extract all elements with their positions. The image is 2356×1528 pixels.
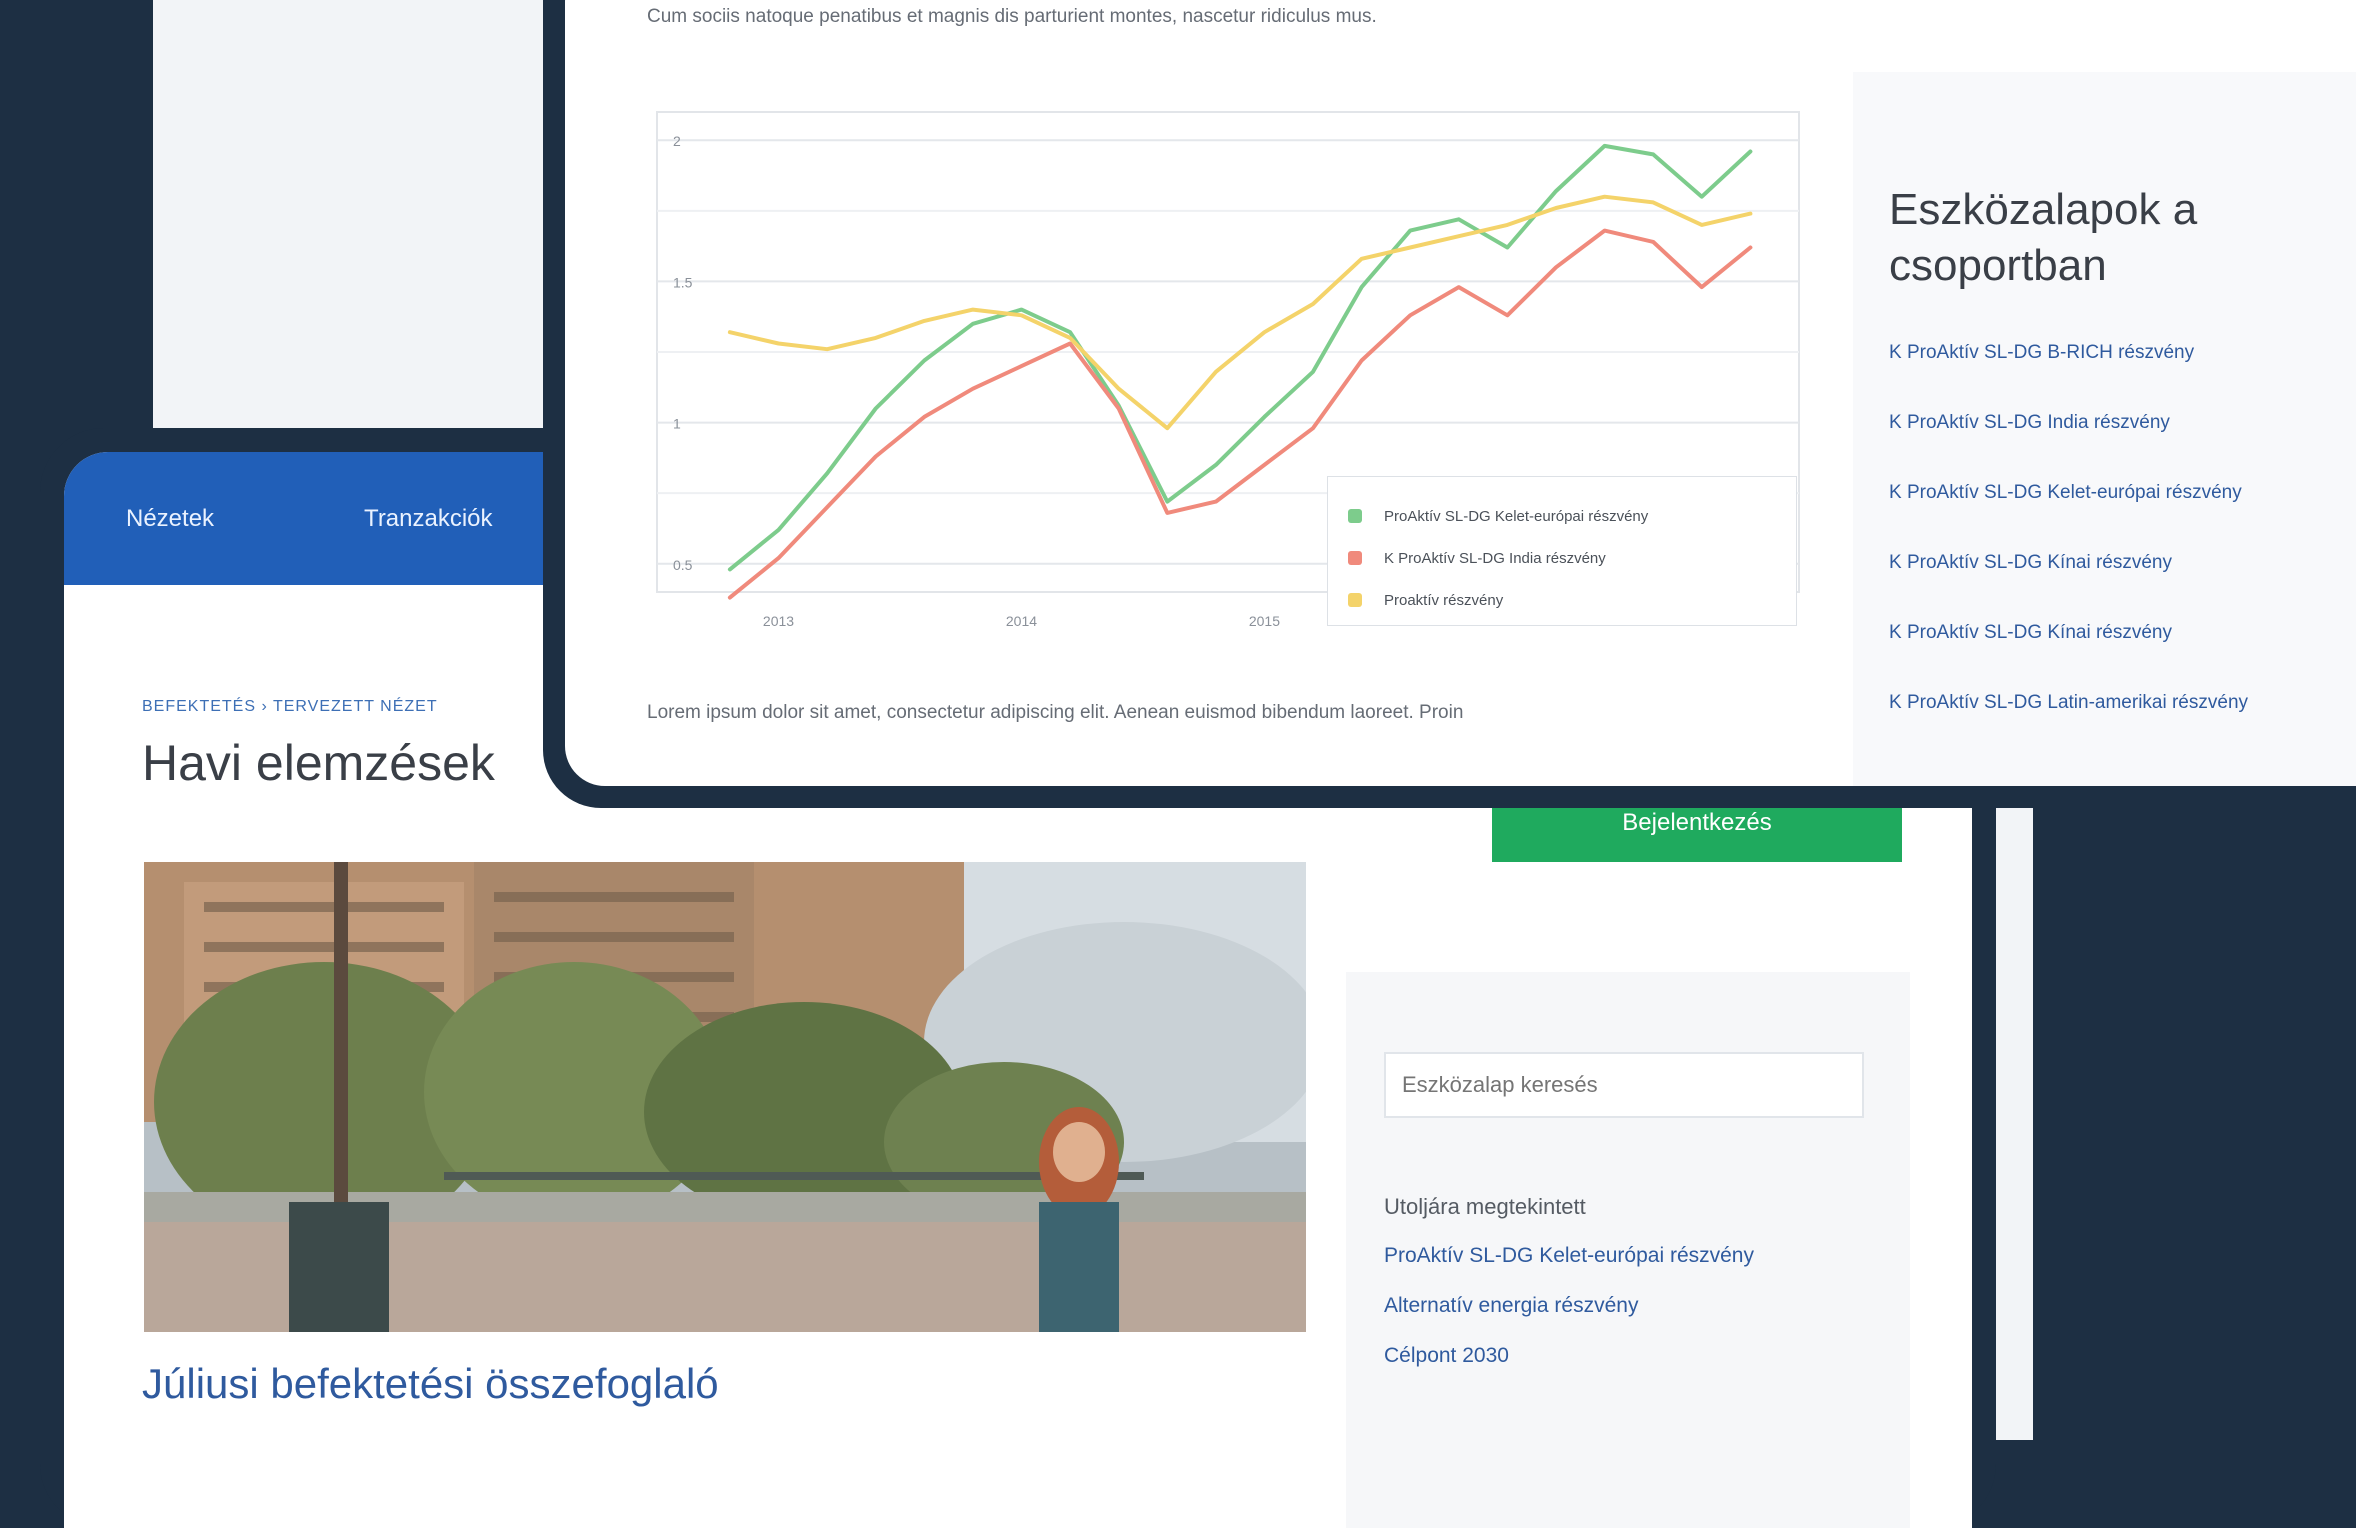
nav-item-transactions[interactable]: Tranzakciók — [364, 505, 492, 533]
legend-swatch — [1348, 509, 1362, 523]
recent-item[interactable]: ProAktív SL-DG Kelet-európai részvény — [1384, 1244, 1754, 1294]
fund-link[interactable]: K ProAktív SL-DG Kínai részvény — [1889, 552, 2248, 622]
fund-link[interactable]: K ProAktív SL-DG B-RICH részvény — [1889, 342, 2248, 412]
nav-item-views[interactable]: Nézetek — [126, 505, 214, 533]
post-title[interactable]: Júliusi befektetési összefoglaló — [142, 1360, 719, 1408]
funds-panel: Eszközalapok a csoportban K ProAktív SL-… — [1853, 72, 2356, 786]
recent-item[interactable]: Célpont 2030 — [1384, 1344, 1754, 1394]
intro-text: Cum sociis natoque penatibus et magnis d… — [647, 6, 1377, 27]
y-tick-label: 1 — [673, 416, 681, 432]
fund-link[interactable]: K ProAktív SL-DG Kínai részvény — [1889, 622, 2248, 692]
x-tick-label: 2015 — [1249, 613, 1280, 629]
legend-entry[interactable]: K ProAktív SL-DG India részvény — [1348, 537, 1776, 579]
performance-chart: 21.510.520132014201520162017 ProAktív SL… — [647, 102, 1809, 632]
recent-heading: Utoljára megtekintett — [1384, 1194, 1586, 1219]
x-tick-label: 2014 — [1006, 613, 1037, 629]
legend-swatch — [1348, 593, 1362, 607]
legend-label: Proaktív részvény — [1384, 591, 1504, 609]
hero-image — [144, 862, 1306, 1332]
laptop-device: Cum sociis natoque penatibus et magnis d… — [543, 0, 2356, 808]
laptop-screen: Cum sociis natoque penatibus et magnis d… — [565, 0, 2356, 786]
legend-entry[interactable]: ProAktív SL-DG Kelet-európai részvény — [1348, 495, 1776, 537]
chart-legend: ProAktív SL-DG Kelet-európai részvény K … — [1327, 476, 1797, 626]
recent-item[interactable]: Alternatív energia részvény — [1384, 1294, 1754, 1344]
fund-link[interactable]: K ProAktív SL-DG Latin-amerikai részvény — [1889, 692, 2248, 762]
funds-title: Eszközalapok a csoportban — [1889, 185, 2198, 290]
legend-swatch — [1348, 551, 1362, 565]
sidebar: Utoljára megtekintett ProAktív SL-DG Kel… — [1346, 972, 1910, 1528]
y-tick-label: 2 — [673, 133, 681, 149]
y-tick-label: 1.5 — [673, 274, 693, 290]
body-text: Lorem ipsum dolor sit amet, consectetur … — [647, 702, 1464, 723]
legend-label: K ProAktív SL-DG India részvény — [1384, 549, 1606, 567]
legend-entry[interactable]: Proaktív részvény — [1348, 579, 1776, 621]
page-title: Havi elemzések — [142, 735, 495, 791]
recent-list: ProAktív SL-DG Kelet-európai részvény Al… — [1384, 1244, 1754, 1394]
fund-link[interactable]: K ProAktív SL-DG Kelet-európai részvény — [1889, 482, 2248, 552]
fund-search-input[interactable] — [1384, 1052, 1864, 1118]
y-tick-label: 0.5 — [673, 557, 693, 573]
x-tick-label: 2013 — [763, 613, 794, 629]
legend-label: ProAktív SL-DG Kelet-európai részvény — [1384, 507, 1649, 525]
hero-photo — [144, 862, 1306, 1332]
funds-list: K ProAktív SL-DG B-RICH részvény K ProAk… — [1889, 342, 2248, 762]
fund-link[interactable]: K ProAktív SL-DG India részvény — [1889, 412, 2248, 482]
breadcrumb[interactable]: BEFEKTETÉS › TERVEZETT NÉZET — [142, 698, 438, 716]
